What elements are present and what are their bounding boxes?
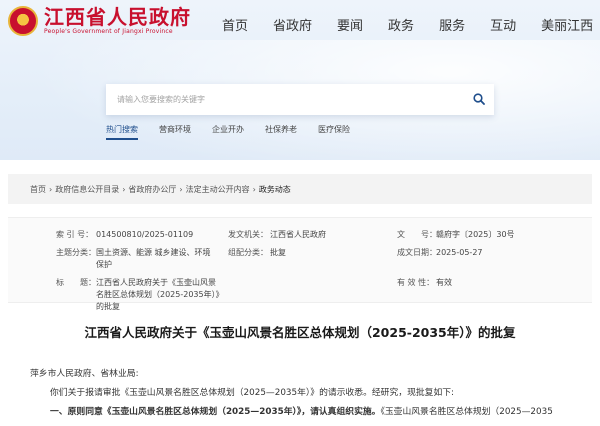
paragraph-2: 一、原则同意《玉壶山风景名胜区总体规划（2025—2035年）》，请认真组织实施… (30, 403, 595, 422)
breadcrumb: 首页 › 政府信息公开目录 › 省政府办公厅 › 法定主动公开内容 › 政务动态 (8, 174, 592, 204)
breadcrumb-catalog[interactable]: 政府信息公开目录 (55, 184, 119, 195)
breadcrumb-office[interactable]: 省政府办公厅 (128, 184, 176, 195)
docno-value: 赣府字〔2025〕30号 (436, 230, 515, 239)
breadcrumb-home[interactable]: 首页 (30, 184, 46, 195)
addressee: 萍乡市人民政府、省林业局: (30, 369, 139, 379)
breadcrumb-current[interactable]: 政务动态 (259, 184, 291, 195)
paragraph-1: 你们关于报请审批《玉壶山风景名胜区总体规划（2025—2035年）》的请示收悉。… (50, 388, 455, 398)
validity-label: 有 效 性： (397, 278, 435, 287)
form-value: 批复 (270, 248, 286, 257)
nav-beautiful-jiangxi[interactable]: 美丽江西 (541, 15, 593, 34)
form-label: 组配分类： (228, 248, 268, 257)
date-value: 2025-05-27 (436, 248, 483, 257)
document-body: 萍乡市人民政府、省林业局: 你们关于报请审批《玉壶山风景名胜区总体规划（2025… (30, 365, 595, 422)
nav-affairs[interactable]: 政务 (388, 15, 414, 34)
issuer-value: 江西省人民政府 (270, 230, 326, 239)
nav-provincial-gov[interactable]: 省政府 (273, 15, 312, 34)
search-icon[interactable] (473, 93, 485, 105)
nav-services[interactable]: 服务 (439, 15, 465, 34)
site-logo[interactable]: 江西省人民政府 People's Government of Jiangxi P… (8, 6, 191, 36)
index-value: 014500810/2025-01109 (96, 230, 194, 239)
issuer-label: 发文机关： (228, 230, 268, 239)
search-input[interactable] (106, 84, 446, 115)
quick-business-env[interactable]: 营商环境 (159, 124, 191, 140)
nav-news[interactable]: 要闻 (337, 15, 363, 34)
topic-value: 国土资源、能源 城乡建设、环境保护 (96, 248, 211, 269)
nav-home[interactable]: 首页 (222, 15, 248, 34)
quick-company-setup[interactable]: 企业开办 (212, 124, 244, 140)
date-label: 成文日期： (397, 248, 437, 257)
quick-pension[interactable]: 社保养老 (265, 124, 297, 140)
search-box (106, 84, 494, 115)
paragraph-2-rest: 《玉壶山风景名胜区总体规划（2025—2035 (380, 407, 553, 417)
quick-links: 热门搜索 营商环境 企业开办 社保养老 医疗保险 (106, 124, 371, 140)
title-label: 标 题： (56, 278, 96, 287)
title-value: 江西省人民政府关于《玉壶山风景名胜区总体规划（2025-2035年）》的批复 (96, 278, 220, 311)
national-emblem-icon (8, 6, 38, 36)
paragraph-2-bold: 一、原则同意《玉壶山风景名胜区总体规划（2025—2035年）》，请认真组织实施… (50, 407, 381, 417)
site-name-en: People's Government of Jiangxi Province (44, 28, 173, 35)
index-label: 索 引 号： (56, 230, 94, 239)
docno-label: 文 号： (397, 230, 437, 239)
site-name: 江西省人民政府 (44, 5, 191, 29)
validity-value: 有效 (436, 278, 452, 287)
header-hero: 江西省人民政府 People's Government of Jiangxi P… (0, 0, 600, 160)
document-title: 江西省人民政府关于《玉壶山风景名胜区总体规划（2025-2035年）》的批复 (84, 325, 516, 340)
document-meta: 索 引 号： 014500810/2025-01109 发文机关： 江西省人民政… (8, 217, 592, 311)
topic-label: 主题分类： (56, 248, 96, 257)
quick-medical-insurance[interactable]: 医疗保险 (318, 124, 350, 140)
nav-interaction[interactable]: 互动 (490, 15, 516, 34)
breadcrumb-public-content[interactable]: 法定主动公开内容 (186, 184, 250, 195)
quick-hot-search[interactable]: 热门搜索 (106, 124, 138, 140)
main-nav: 首页 省政府 要闻 政务 服务 互动 美丽江西 (222, 15, 593, 34)
